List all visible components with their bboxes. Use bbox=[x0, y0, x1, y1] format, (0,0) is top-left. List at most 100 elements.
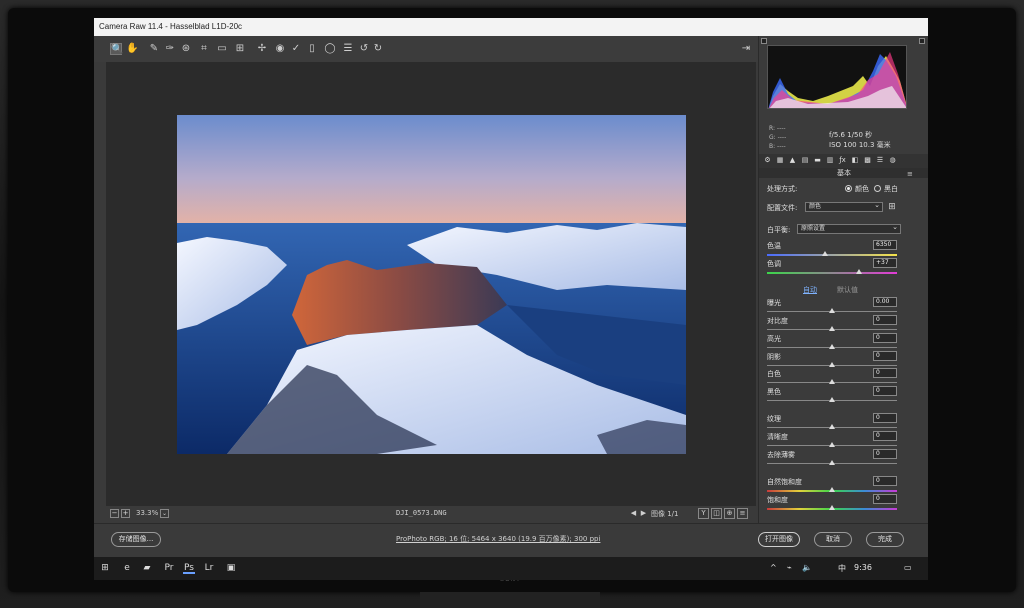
panel-menu-icon[interactable]: ≡ bbox=[907, 170, 913, 178]
wb-select[interactable]: 原照设置 bbox=[797, 223, 901, 234]
profile-select[interactable]: 颜色 bbox=[805, 201, 883, 212]
white-balance-tool-icon[interactable]: ✎ bbox=[148, 43, 160, 55]
highlights-thumb[interactable] bbox=[829, 344, 835, 349]
tint-input[interactable]: +37 bbox=[873, 258, 897, 268]
photos-icon[interactable]: ▣ bbox=[225, 562, 237, 574]
whites-input[interactable]: 0 bbox=[873, 368, 897, 378]
temp-track[interactable] bbox=[767, 254, 897, 256]
copy-settings-button[interactable]: ⊕ bbox=[724, 508, 735, 519]
network-icon[interactable]: ⌁ bbox=[787, 563, 792, 572]
ime-indicator[interactable]: 中 bbox=[838, 563, 846, 574]
photoshop-icon[interactable]: Ps bbox=[183, 562, 195, 574]
dehaze-thumb[interactable] bbox=[829, 460, 835, 465]
color-radio[interactable] bbox=[845, 185, 852, 192]
toggle-settings-button[interactable]: ≡ bbox=[737, 508, 748, 519]
shadow-clipping-icon[interactable] bbox=[761, 38, 767, 44]
process-label: 处理方式: bbox=[767, 185, 798, 193]
clarity-thumb[interactable] bbox=[829, 442, 835, 447]
shadows-thumb[interactable] bbox=[829, 362, 835, 367]
volume-icon[interactable]: 🔈 bbox=[802, 563, 812, 572]
rotate-left-tool-icon[interactable]: ↺ bbox=[358, 43, 370, 55]
save-image-button[interactable]: 存储图像... bbox=[111, 532, 161, 547]
tab-calibration-icon[interactable]: ◧ bbox=[851, 156, 860, 165]
aperture-shutter: f/5.6 1/50 秒 bbox=[829, 131, 873, 139]
workflow-options-link[interactable]: ProPhoto RGB; 16 位; 5464 x 3640 (19.9 百万… bbox=[396, 534, 600, 544]
vibrance-input[interactable]: 0 bbox=[873, 476, 897, 486]
prev-image-icon[interactable]: ◀ bbox=[629, 508, 638, 518]
tab-snapshots-icon[interactable]: ☰ bbox=[876, 156, 885, 165]
swap-view-button[interactable]: ◫ bbox=[711, 508, 722, 519]
zoom-out-button[interactable]: − bbox=[110, 509, 119, 518]
tab-hsl-icon[interactable]: ▤ bbox=[801, 156, 810, 165]
contrast-input[interactable]: 0 bbox=[873, 315, 897, 325]
tab-presets-icon[interactable]: ▩ bbox=[863, 156, 872, 165]
red-eye-tool-icon[interactable]: ◉ bbox=[274, 43, 286, 55]
lightroom-icon[interactable]: Lr bbox=[203, 562, 215, 574]
tray-arrow-icon[interactable]: ^ bbox=[770, 563, 777, 572]
default-link[interactable]: 默认值 bbox=[837, 285, 858, 295]
exposure-input[interactable]: 0.00 bbox=[873, 297, 897, 307]
contrast-thumb[interactable] bbox=[829, 326, 835, 331]
clock[interactable]: 9:36 bbox=[854, 563, 872, 572]
tab-detail-icon[interactable]: ▲ bbox=[788, 156, 797, 165]
blacks-thumb[interactable] bbox=[829, 397, 835, 402]
dehaze-input[interactable]: 0 bbox=[873, 449, 897, 459]
texture-input[interactable]: 0 bbox=[873, 413, 897, 423]
open-in-photoshop-icon[interactable]: ⇥ bbox=[740, 43, 752, 55]
highlight-clipping-icon[interactable] bbox=[919, 38, 925, 44]
profile-browser-icon[interactable]: ⊞ bbox=[887, 202, 897, 212]
exposure-label: 曝光 bbox=[767, 299, 781, 307]
before-after-view-button[interactable]: Y bbox=[698, 508, 709, 519]
premiere-icon[interactable]: Pr bbox=[163, 562, 175, 574]
color-sampler-tool-icon[interactable]: ✑ bbox=[164, 43, 176, 55]
zoom-dropdown-icon[interactable]: ⌄ bbox=[160, 509, 169, 518]
straighten-tool-icon[interactable]: ▭ bbox=[216, 43, 228, 55]
image-preview-area[interactable] bbox=[106, 62, 756, 506]
crop-tool-icon[interactable]: ⌗ bbox=[198, 43, 210, 55]
zoom-tool-icon[interactable]: 🔍 bbox=[110, 43, 123, 55]
vibrance-thumb[interactable] bbox=[829, 487, 835, 492]
highlights-input[interactable]: 0 bbox=[873, 333, 897, 343]
texture-thumb[interactable] bbox=[829, 424, 835, 429]
dehaze-label: 去除薄雾 bbox=[767, 451, 795, 459]
exposure-thumb[interactable] bbox=[829, 308, 835, 313]
transform-tool-icon[interactable]: ⊞ bbox=[234, 43, 246, 55]
tab-split-toning-icon[interactable]: ▬ bbox=[813, 156, 822, 165]
windows-start-icon[interactable]: ⊞ bbox=[99, 562, 111, 574]
shadows-label: 阴影 bbox=[767, 353, 781, 361]
bw-radio[interactable] bbox=[874, 185, 881, 192]
preferences-tool-icon[interactable]: ☰ bbox=[342, 43, 354, 55]
spot-removal-tool-icon[interactable]: ✢ bbox=[256, 43, 268, 55]
tab-tone-curve-icon[interactable]: ▦ bbox=[776, 156, 785, 165]
tab-basic-icon[interactable]: ⚙ bbox=[763, 156, 772, 165]
tab-lens-icon[interactable]: ▥ bbox=[826, 156, 835, 165]
adjustment-brush-tool-icon[interactable]: ✓ bbox=[290, 43, 302, 55]
tint-thumb[interactable] bbox=[856, 269, 862, 274]
graduated-filter-tool-icon[interactable]: ▯ bbox=[306, 43, 318, 55]
saturation-thumb[interactable] bbox=[829, 505, 835, 510]
temp-input[interactable]: 6350 bbox=[873, 240, 897, 250]
clarity-input[interactable]: 0 bbox=[873, 431, 897, 441]
cancel-button[interactable]: 取消 bbox=[814, 532, 852, 547]
saturation-input[interactable]: 0 bbox=[873, 494, 897, 504]
next-image-icon[interactable]: ▶ bbox=[639, 508, 648, 518]
preview-status-bar: − + 33.3% ⌄ DJI_0573.DNG ◀ ▶ 图像 1/1 Y ◫ … bbox=[106, 506, 756, 522]
whites-thumb[interactable] bbox=[829, 379, 835, 384]
notification-icon[interactable]: ▭ bbox=[904, 563, 912, 572]
target-adjust-tool-icon[interactable]: ⊛ bbox=[180, 43, 192, 55]
shadows-input[interactable]: 0 bbox=[873, 351, 897, 361]
blacks-input[interactable]: 0 bbox=[873, 386, 897, 396]
tint-track[interactable] bbox=[767, 272, 897, 274]
zoom-in-button[interactable]: + bbox=[121, 509, 130, 518]
temp-thumb[interactable] bbox=[822, 251, 828, 256]
tab-effects-icon[interactable]: ƒx bbox=[838, 156, 847, 165]
file-explorer-icon[interactable]: ▰ bbox=[141, 562, 153, 574]
hand-tool-icon[interactable]: ✋ bbox=[126, 43, 138, 55]
auto-link[interactable]: 自动 bbox=[803, 285, 817, 295]
rotate-right-tool-icon[interactable]: ↻ bbox=[372, 43, 384, 55]
open-image-button[interactable]: 打开图像 bbox=[758, 532, 800, 547]
edge-icon[interactable]: e bbox=[121, 562, 133, 574]
tab-settings-icon[interactable]: ◍ bbox=[888, 156, 897, 165]
done-button[interactable]: 完成 bbox=[866, 532, 904, 547]
radial-filter-tool-icon[interactable]: ◯ bbox=[324, 43, 336, 55]
